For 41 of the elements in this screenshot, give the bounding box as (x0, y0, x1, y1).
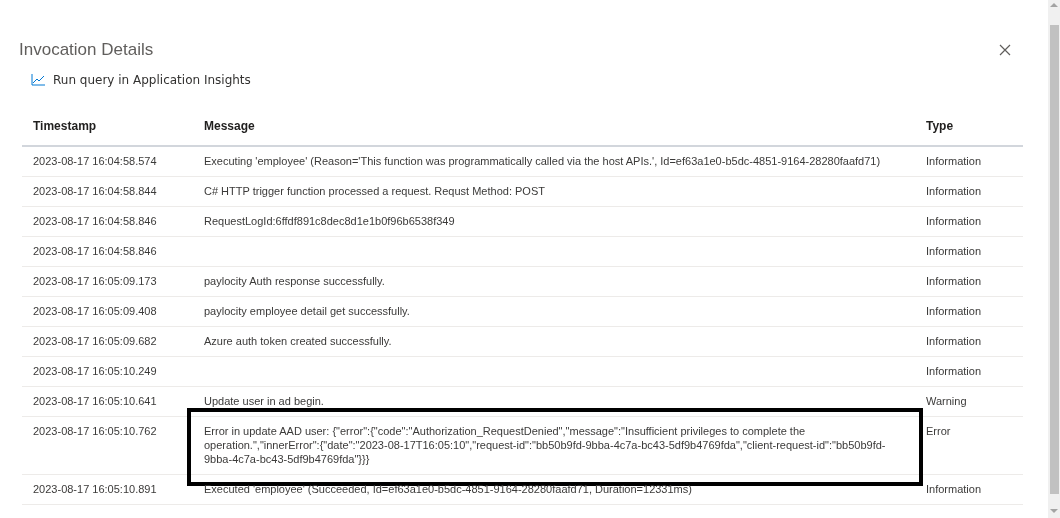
timestamp-cell-text: 2023-08-17 16:05:09.682 (32, 334, 158, 349)
type-cell-text: Information (925, 244, 983, 259)
column-header: Timestamp (32, 118, 98, 135)
timestamp-cell-text: 2023-08-17 16:04:58.574 (32, 154, 158, 169)
timestamp-cell-text: 2023-08-17 16:04:58.846 (32, 244, 158, 259)
timestamp-cell-text: 2023-08-17 16:04:58.846 (32, 214, 158, 229)
type-cell-text: Information (925, 154, 983, 169)
message-cell: Executing 'employee' (Reason='This function was programmatically called via the host APIs.', Id=ef63a1e0-b5dc-4851-9164-28280faafd71) (204, 155, 881, 167)
scroll-up-icon[interactable] (1049, 2, 1059, 8)
type-cell-text: Warning (925, 394, 968, 409)
timestamp-cell-text: 2023-08-17 16:05:10.249 (32, 364, 158, 379)
type-cell-text: Information (925, 274, 983, 289)
run-query-link[interactable]: Run query in Application Insights (31, 73, 251, 87)
type-cell-text: Information (925, 214, 983, 229)
message-cell: paylocity Auth response successfully. (204, 275, 385, 287)
type-cell-text: Information (925, 184, 983, 199)
message-cell: RequestLogId:6ffdf891c8dec8d1e1b0f96b6538f349 (204, 215, 455, 227)
close-icon[interactable] (999, 44, 1011, 56)
message-cell: C# HTTP trigger function processed a request. Requst Method: POST (204, 185, 545, 197)
scroll-down-icon[interactable] (1049, 508, 1059, 514)
type-cell-text: Information (925, 334, 983, 349)
timestamp-cell-text: 2023-08-17 16:05:10.762 (32, 424, 158, 439)
type-cell-text: Information (925, 304, 983, 319)
timestamp-cell-text: 2023-08-17 16:04:58.844 (32, 184, 158, 199)
dialog-title: Invocation Details (19, 39, 154, 61)
message-cell: Update user in ad begin. (204, 395, 324, 407)
column-header: Type (925, 118, 955, 135)
timestamp-cell-text: 2023-08-17 16:05:09.173 (32, 274, 158, 289)
timestamp-cell-text: 2023-08-17 16:05:10.891 (32, 482, 158, 497)
timestamp-cell-text: 2023-08-17 16:05:09.408 (32, 304, 158, 319)
line-chart-icon (31, 74, 45, 86)
type-cell-text: Information (925, 364, 983, 379)
message-cell: Executed 'employee' (Succeeded, Id=ef63a1e0-b5dc-4851-9164-28280faafd71, Duration=12331ms) (204, 483, 692, 495)
column-header: Message (203, 118, 256, 135)
type-cell-text: Information (925, 482, 983, 497)
timestamp-cell-text: 2023-08-17 16:05:10.641 (32, 394, 158, 409)
message-cell: Azure auth token created successfully. (204, 335, 392, 347)
type-cell-text: Error (925, 424, 952, 439)
message-cell: paylocity employee detail get successfully. (204, 305, 410, 317)
message-cell: Error in update AAD user: {"error":{"code":"Authorization_RequestDenied","message":"Insufficient privileges to complete the operation.","innerError":{"date":"2023-08-17T16:05:10","request-id":"bb50b9fd-9bba-4c7a-bc43-5df9b4769fda","client-request-id":"bb50b9fd-9bba-4c7a-bc43-5df9b4769fda"}}} (204, 425, 886, 465)
scrollbar[interactable] (1048, 0, 1060, 518)
